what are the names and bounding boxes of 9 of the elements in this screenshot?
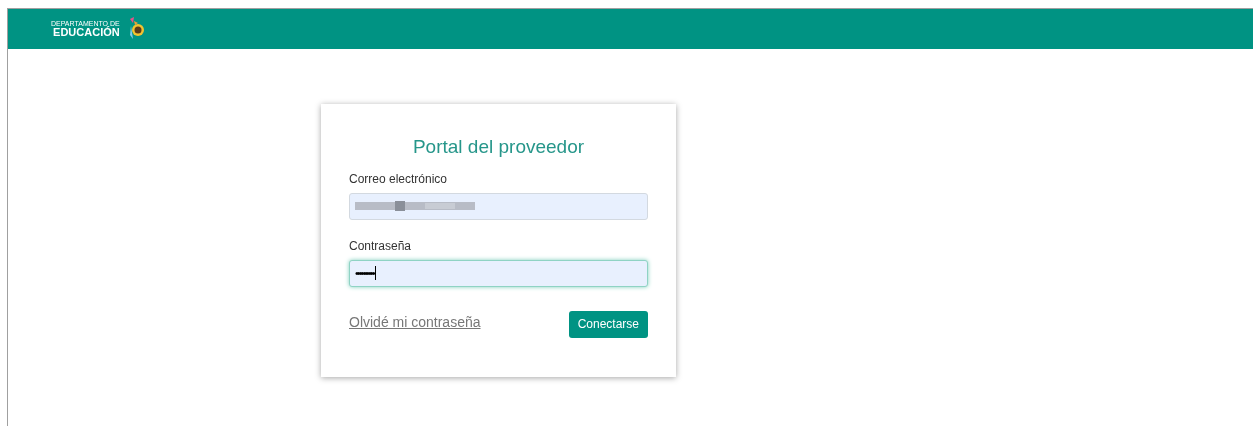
logo-title: EDUCACIÓN (53, 27, 120, 38)
input-field[interactable] (349, 192, 648, 220)
field-label: Correo electrónico (349, 170, 449, 188)
connect-button[interactable]: Conectarse (568, 310, 648, 338)
password-value: •••••••••• (355, 265, 374, 281)
field-label: Contraseña (349, 237, 413, 255)
forgot-password-link[interactable]: Olvidé mi contraseña (349, 311, 481, 333)
input-field[interactable]: •••••••••• (349, 259, 648, 287)
card-title: Portal del proveedor (411, 135, 586, 159)
